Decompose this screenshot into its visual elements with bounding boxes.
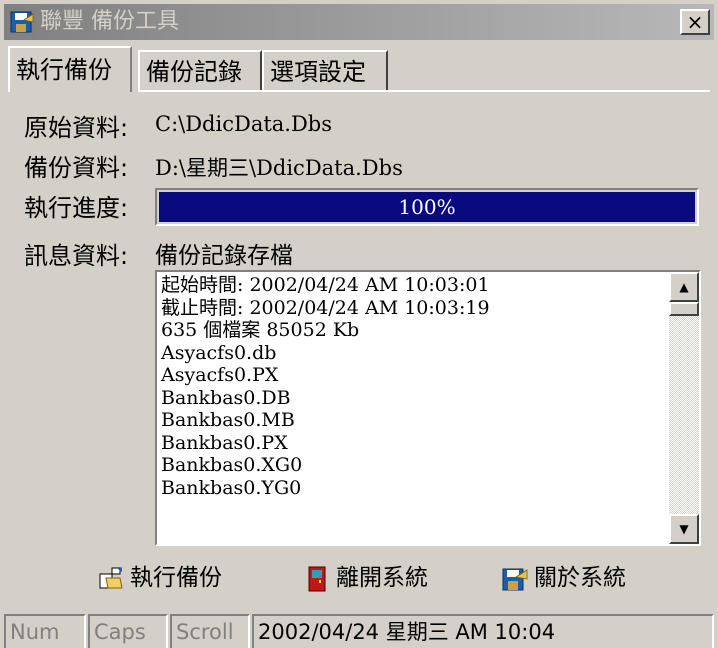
- run-backup-label: 執行備份: [130, 565, 222, 591]
- title-bar[interactable]: 聯豐 備份工具 ×: [4, 4, 714, 40]
- log-line: Bankbas0.PX: [161, 431, 288, 454]
- exit-system-label: 離開系統: [336, 565, 428, 591]
- log-line: 截止時間: 2002/04/24 AM 10:03:19: [161, 296, 490, 319]
- about-system-label: 關於系統: [534, 565, 626, 591]
- log-scrollbar[interactable]: ▲ ▼: [669, 272, 699, 544]
- door-exit-icon: [308, 566, 326, 591]
- info-label: 訊息資料:: [24, 242, 129, 270]
- log-line: Asyacfs0.db: [161, 341, 277, 364]
- log-lines: 起始時間: 2002/04/24 AM 10:03:01 截止時間: 2002/0…: [161, 274, 667, 499]
- progress-label: 執行進度:: [24, 194, 129, 222]
- scroll-up-button[interactable]: ▲: [669, 272, 699, 302]
- log-listbox[interactable]: 起始時間: 2002/04/24 AM 10:03:01 截止時間: 2002/0…: [155, 270, 701, 546]
- num-lock-indicator: Num: [4, 614, 86, 648]
- log-line: 起始時間: 2002/04/24 AM 10:03:01: [161, 274, 490, 296]
- source-value: C:\DdicData.Dbs: [155, 112, 333, 136]
- source-label: 原始資料:: [24, 114, 129, 142]
- caps-lock-indicator: Caps: [88, 614, 168, 648]
- status-datetime: 2002/04/24 星期三 AM 10:04: [252, 614, 714, 648]
- backup-value: D:\星期三\DdicData.Dbs: [155, 156, 403, 180]
- status-bar: Num Caps Scroll 2002/04/24 星期三 AM 10:04: [0, 608, 718, 648]
- log-line: 635 個檔案 85052 Kb: [161, 319, 360, 341]
- tab-panel-border: [138, 90, 710, 92]
- exit-system-button[interactable]: 離開系統: [304, 560, 428, 596]
- copy-folder-icon: [99, 566, 123, 588]
- log-line: Bankbas0.MB: [161, 409, 295, 431]
- log-line: Bankbas0.XG0: [161, 454, 303, 476]
- tab-backup-log[interactable]: 備份記錄: [138, 50, 262, 90]
- info-value: 備份記錄存檔: [155, 243, 293, 269]
- backup-label: 備份資料:: [24, 154, 129, 182]
- tab-options[interactable]: 選項設定: [262, 50, 388, 90]
- log-line: Bankbas0.YG0: [161, 476, 302, 499]
- run-backup-button[interactable]: 執行備份: [98, 560, 222, 596]
- tab-run-backup[interactable]: 執行備份: [8, 46, 132, 92]
- scroll-thumb[interactable]: [669, 302, 699, 316]
- progress-text: 100%: [398, 195, 456, 219]
- floppy-disk-icon: [502, 568, 528, 590]
- progress-bar: 100%: [155, 188, 699, 226]
- backup-tool-window: 聯豐 備份工具 × 執行備份 備份記錄 選項設定 原始資料: C:\DdicDa…: [0, 0, 718, 648]
- log-line: Asyacfs0.PX: [161, 364, 279, 386]
- window-title: 聯豐 備份工具: [40, 9, 179, 34]
- about-system-button[interactable]: 關於系統: [502, 560, 626, 596]
- scroll-lock-indicator: Scroll: [170, 614, 250, 648]
- floppy-disk-icon: [10, 11, 34, 33]
- log-line: Bankbas0.DB: [161, 386, 291, 409]
- close-button[interactable]: ×: [680, 9, 710, 35]
- scroll-down-button[interactable]: ▼: [669, 514, 699, 544]
